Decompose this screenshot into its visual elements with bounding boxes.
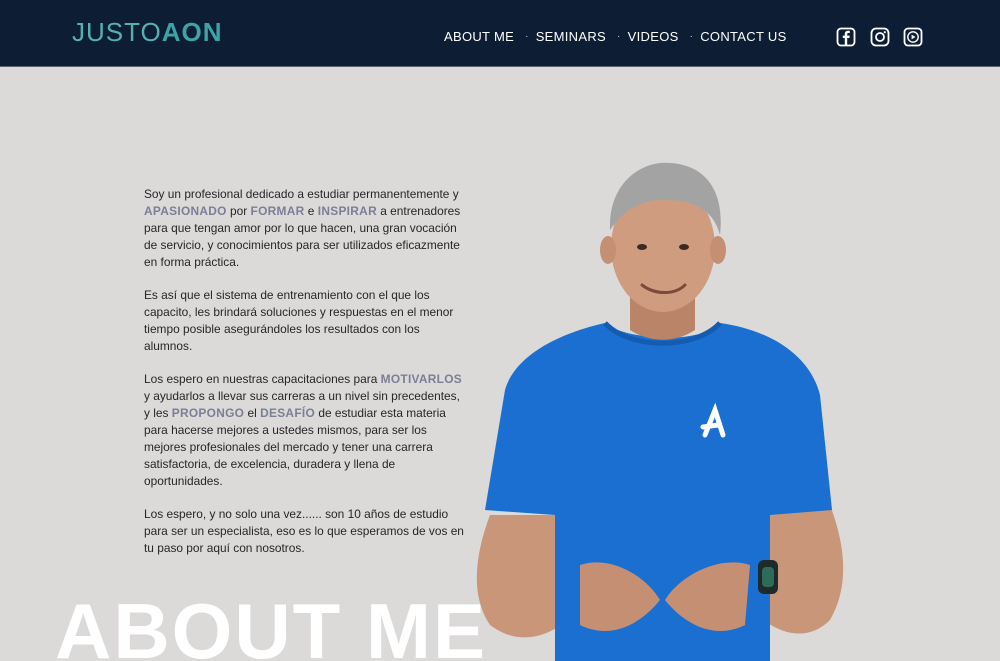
highlight-word: INSPIRAR (317, 204, 377, 218)
nav-separator: · (617, 31, 621, 42)
facebook-icon[interactable] (836, 27, 856, 47)
section-title-watermark: ABOUT ME (55, 587, 487, 661)
highlight-word: MOTIVARLOS (380, 372, 463, 386)
paragraph-4: Los espero, y no solo una vez...... son … (144, 507, 464, 555)
logo-part1: JUSTO (72, 17, 162, 47)
youtube-icon[interactable] (903, 27, 923, 47)
highlight-word: FORMAR (250, 204, 305, 218)
logo[interactable]: JUSTOAON (72, 17, 223, 48)
nav-contact-us[interactable]: CONTACT US (700, 29, 786, 44)
instagram-icon[interactable] (870, 27, 890, 47)
nav-about-me[interactable]: ABOUT ME (444, 29, 514, 44)
nav-seminars[interactable]: SEMINARS (536, 29, 606, 44)
highlight-word: APASIONADO (144, 204, 227, 218)
portrait-photo (476, 162, 844, 661)
main-nav: ABOUT ME · SEMINARS · VIDEOS · CONTACT U… (444, 29, 787, 44)
nav-separator: · (689, 31, 694, 42)
paragraph-2: Es así que el sistema de entrenamiento c… (144, 288, 454, 353)
highlight-word: DESAFÍO (260, 406, 316, 420)
paragraph-1: Soy un profesional dedicado a estudiar p… (144, 187, 461, 269)
paragraph-3: Los espero en nuestras capacitaciones pa… (144, 372, 463, 488)
site-header: JUSTOAON ABOUT ME · SEMINARS · VIDEOS · … (0, 0, 1000, 67)
logo-part2: AON (161, 17, 223, 47)
nav-separator: · (525, 31, 529, 42)
about-text: Soy un profesional dedicado a estudiar p… (144, 186, 464, 573)
highlight-word: PROPONGO (171, 406, 245, 420)
nav-videos[interactable]: VIDEOS (628, 29, 679, 44)
